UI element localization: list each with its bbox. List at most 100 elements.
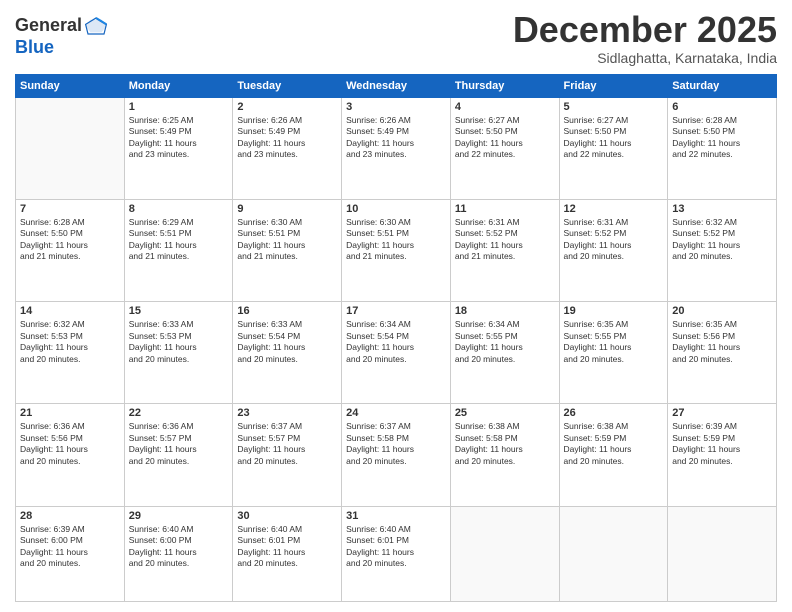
day-number: 5 <box>564 101 664 113</box>
day-number: 14 <box>20 305 120 317</box>
day-cell: 26 Sunrise: 6:38 AMSunset: 5:59 PMDayligh… <box>559 404 668 506</box>
day-number: 18 <box>455 305 555 317</box>
day-cell: 5Sunrise: 6:27 AMSunset: 5:50 PMDaylight… <box>559 97 668 199</box>
location: Sidlaghatta, Karnataka, India <box>513 50 777 66</box>
day-info: Sunrise: 6:28 AMSunset: 5:50 PMDaylight:… <box>672 115 772 161</box>
day-number: 31 <box>346 510 446 522</box>
day-info: Sunrise: 6:40 AMSunset: 6:01 PMDaylight:… <box>237 524 337 570</box>
day-cell <box>559 506 668 601</box>
day-number: 7 <box>20 203 120 215</box>
logo-general-text: General <box>15 16 82 36</box>
day-number: 24 <box>346 407 446 419</box>
day-info: Sunrise: 6:40 AMSunset: 6:01 PMDaylight:… <box>346 524 446 570</box>
day-number: 10 <box>346 203 446 215</box>
day-number: 22 <box>129 407 229 419</box>
day-info: Sunrise: 6:33 AMSunset: 5:54 PMDaylight:… <box>237 319 337 365</box>
day-cell: 20Sunrise: 6:35 AMSunset: 5:56 PMDayligh… <box>668 302 777 404</box>
day-info: Sunrise: 6:27 AMSunset: 5:50 PMDaylight:… <box>455 115 555 161</box>
day-number: 28 <box>20 510 120 522</box>
day-info: Sunrise: 6:38 AMSunset: 5:58 PMDaylight:… <box>455 421 555 467</box>
day-info: Sunrise: 6:39 AMSunset: 6:00 PMDaylight:… <box>20 524 120 570</box>
day-cell: 3Sunrise: 6:26 AMSunset: 5:49 PMDaylight… <box>342 97 451 199</box>
day-cell: 4Sunrise: 6:27 AMSunset: 5:50 PMDaylight… <box>450 97 559 199</box>
day-cell: 27Sunrise: 6:39 AMSunset: 5:59 PMDayligh… <box>668 404 777 506</box>
month-title: December 2025 <box>513 10 777 50</box>
day-info: Sunrise: 6:30 AMSunset: 5:51 PMDaylight:… <box>237 217 337 263</box>
day-header-tuesday: Tuesday <box>233 74 342 97</box>
day-number: 27 <box>672 407 772 419</box>
day-cell: 25 Sunrise: 6:38 AMSunset: 5:58 PMDayligh… <box>450 404 559 506</box>
day-cell <box>668 506 777 601</box>
day-info: Sunrise: 6:37 AMSunset: 5:57 PMDaylight:… <box>237 421 337 467</box>
day-cell: 22 Sunrise: 6:36 AMSunset: 5:57 PMDayligh… <box>124 404 233 506</box>
day-cell: 2Sunrise: 6:26 AMSunset: 5:49 PMDaylight… <box>233 97 342 199</box>
day-cell: 28 Sunrise: 6:39 AMSunset: 6:00 PMDayligh… <box>16 506 125 601</box>
logo-blue-text: Blue <box>15 37 54 57</box>
day-cell: 12Sunrise: 6:31 AMSunset: 5:52 PMDayligh… <box>559 199 668 301</box>
day-cell: 23 Sunrise: 6:37 AMSunset: 5:57 PMDayligh… <box>233 404 342 506</box>
day-number: 29 <box>129 510 229 522</box>
week-row-0: 1 Sunrise: 6:25 AMSunset: 5:49 PMDaylight… <box>16 97 777 199</box>
logo: General Blue <box>15 14 108 58</box>
day-info: Sunrise: 6:31 AMSunset: 5:52 PMDaylight:… <box>455 217 555 263</box>
day-cell: 8 Sunrise: 6:29 AMSunset: 5:51 PMDaylight… <box>124 199 233 301</box>
day-number: 1 <box>129 101 229 113</box>
day-info: Sunrise: 6:40 AMSunset: 6:00 PMDaylight:… <box>129 524 229 570</box>
day-info: Sunrise: 6:38 AMSunset: 5:59 PMDaylight:… <box>564 421 664 467</box>
day-info: Sunrise: 6:25 AMSunset: 5:49 PMDaylight:… <box>129 115 229 161</box>
day-info: Sunrise: 6:34 AMSunset: 5:55 PMDaylight:… <box>455 319 555 365</box>
day-info: Sunrise: 6:33 AMSunset: 5:53 PMDaylight:… <box>129 319 229 365</box>
day-number: 13 <box>672 203 772 215</box>
day-header-thursday: Thursday <box>450 74 559 97</box>
day-info: Sunrise: 6:28 AMSunset: 5:50 PMDaylight:… <box>20 217 120 263</box>
logo-icon <box>84 14 108 38</box>
day-number: 23 <box>237 407 337 419</box>
day-number: 8 <box>129 203 229 215</box>
day-cell: 11 Sunrise: 6:31 AMSunset: 5:52 PMDayligh… <box>450 199 559 301</box>
day-cell: 15 Sunrise: 6:33 AMSunset: 5:53 PMDayligh… <box>124 302 233 404</box>
day-cell: 10 Sunrise: 6:30 AMSunset: 5:51 PMDayligh… <box>342 199 451 301</box>
day-info: Sunrise: 6:35 AMSunset: 5:56 PMDaylight:… <box>672 319 772 365</box>
header: General Blue December 2025 Sidlaghatta, … <box>15 10 777 66</box>
day-info: Sunrise: 6:26 AMSunset: 5:49 PMDaylight:… <box>237 115 337 161</box>
day-cell: 24 Sunrise: 6:37 AMSunset: 5:58 PMDayligh… <box>342 404 451 506</box>
day-number: 11 <box>455 203 555 215</box>
day-header-wednesday: Wednesday <box>342 74 451 97</box>
week-row-1: 7 Sunrise: 6:28 AMSunset: 5:50 PMDaylight… <box>16 199 777 301</box>
day-number: 26 <box>564 407 664 419</box>
day-cell: 31 Sunrise: 6:40 AMSunset: 6:01 PMDayligh… <box>342 506 451 601</box>
day-cell <box>450 506 559 601</box>
day-cell: 6Sunrise: 6:28 AMSunset: 5:50 PMDaylight… <box>668 97 777 199</box>
calendar-table: SundayMondayTuesdayWednesdayThursdayFrid… <box>15 74 777 602</box>
day-number: 19 <box>564 305 664 317</box>
day-info: Sunrise: 6:30 AMSunset: 5:51 PMDaylight:… <box>346 217 446 263</box>
day-info: Sunrise: 6:29 AMSunset: 5:51 PMDaylight:… <box>129 217 229 263</box>
day-cell: 1 Sunrise: 6:25 AMSunset: 5:49 PMDaylight… <box>124 97 233 199</box>
day-cell: 30Sunrise: 6:40 AMSunset: 6:01 PMDayligh… <box>233 506 342 601</box>
day-info: Sunrise: 6:36 AMSunset: 5:56 PMDaylight:… <box>20 421 120 467</box>
day-cell: 17 Sunrise: 6:34 AMSunset: 5:54 PMDayligh… <box>342 302 451 404</box>
day-info: Sunrise: 6:36 AMSunset: 5:57 PMDaylight:… <box>129 421 229 467</box>
day-info: Sunrise: 6:32 AMSunset: 5:53 PMDaylight:… <box>20 319 120 365</box>
week-row-4: 28 Sunrise: 6:39 AMSunset: 6:00 PMDayligh… <box>16 506 777 601</box>
day-number: 25 <box>455 407 555 419</box>
day-number: 15 <box>129 305 229 317</box>
day-number: 9 <box>237 203 337 215</box>
day-header-friday: Friday <box>559 74 668 97</box>
page: General Blue December 2025 Sidlaghatta, … <box>0 0 792 612</box>
title-block: December 2025 Sidlaghatta, Karnataka, In… <box>513 10 777 66</box>
day-cell: 21Sunrise: 6:36 AMSunset: 5:56 PMDayligh… <box>16 404 125 506</box>
day-info: Sunrise: 6:32 AMSunset: 5:52 PMDaylight:… <box>672 217 772 263</box>
day-cell <box>16 97 125 199</box>
day-info: Sunrise: 6:37 AMSunset: 5:58 PMDaylight:… <box>346 421 446 467</box>
day-cell: 7 Sunrise: 6:28 AMSunset: 5:50 PMDaylight… <box>16 199 125 301</box>
day-number: 3 <box>346 101 446 113</box>
day-info: Sunrise: 6:34 AMSunset: 5:54 PMDaylight:… <box>346 319 446 365</box>
day-number: 16 <box>237 305 337 317</box>
day-number: 17 <box>346 305 446 317</box>
week-row-2: 14 Sunrise: 6:32 AMSunset: 5:53 PMDayligh… <box>16 302 777 404</box>
day-cell: 18 Sunrise: 6:34 AMSunset: 5:55 PMDayligh… <box>450 302 559 404</box>
day-header-saturday: Saturday <box>668 74 777 97</box>
day-number: 12 <box>564 203 664 215</box>
week-row-3: 21Sunrise: 6:36 AMSunset: 5:56 PMDayligh… <box>16 404 777 506</box>
